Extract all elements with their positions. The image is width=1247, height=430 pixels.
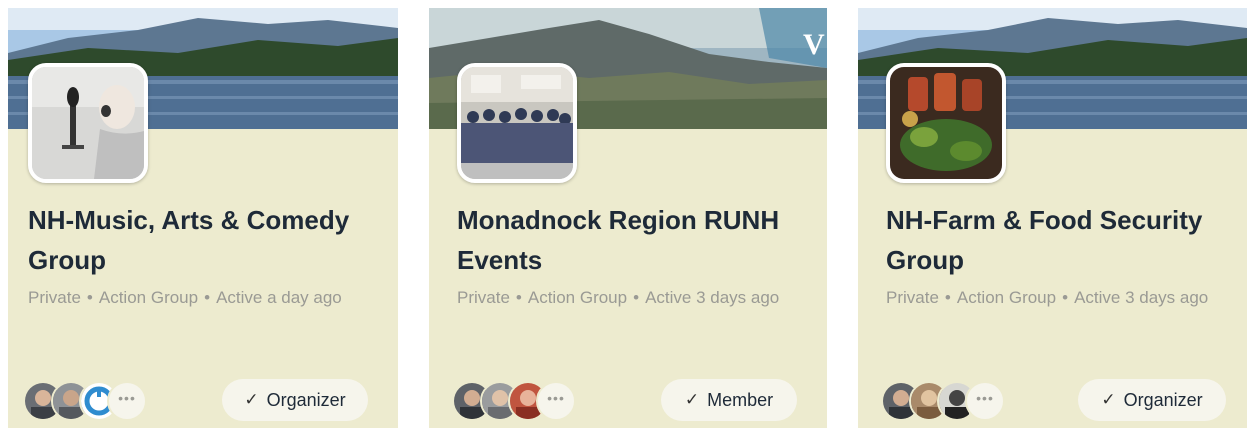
group-title[interactable]: NH-Music, Arts & Comedy Group xyxy=(28,200,388,280)
separator: • xyxy=(515,288,522,307)
group-card[interactable]: V Monadnock Region RUNH Events Private • A… xyxy=(429,8,827,428)
group-meta: Private • Action Group • Active a day ago xyxy=(28,285,388,311)
separator: • xyxy=(204,288,211,307)
role-label: Organizer xyxy=(1123,389,1203,410)
privacy-label: Private xyxy=(457,288,510,307)
group-meta: Private • Action Group • Active 3 days ago xyxy=(886,285,1246,311)
group-card[interactable]: NH-Music, Arts & Comedy Group Private • Ac… xyxy=(8,8,398,428)
group-type: Action Group xyxy=(956,288,1057,307)
role-badge[interactable]: ✓ Organizer xyxy=(1078,379,1226,421)
more-members-icon[interactable]: ••• xyxy=(107,381,147,421)
privacy-label: Private xyxy=(28,288,81,307)
group-title[interactable]: Monadnock Region RUNH Events xyxy=(457,200,817,280)
check-icon: ✓ xyxy=(244,390,259,409)
activity-status: Active 3 days ago xyxy=(1074,288,1209,307)
svg-text:V: V xyxy=(803,28,825,61)
separator: • xyxy=(1062,288,1069,307)
activity-status: Active a day ago xyxy=(216,288,342,307)
group-avatar xyxy=(28,63,148,183)
privacy-label: Private xyxy=(886,288,939,307)
separator: • xyxy=(86,288,93,307)
group-meta: Private • Action Group • Active 3 days ago xyxy=(457,285,817,311)
more-members-icon[interactable]: ••• xyxy=(536,381,576,421)
group-type: Action Group xyxy=(98,288,199,307)
more-members-icon[interactable]: ••• xyxy=(965,381,1005,421)
separator: • xyxy=(633,288,640,307)
group-avatar xyxy=(886,63,1006,183)
role-label: Organizer xyxy=(266,389,346,410)
group-avatar xyxy=(457,63,577,183)
group-type: Action Group xyxy=(527,288,628,307)
group-title[interactable]: NH-Farm & Food Security Group xyxy=(886,200,1246,280)
group-card[interactable]: NH-Farm & Food Security Group Private • Ac… xyxy=(858,8,1247,428)
role-badge[interactable]: ✓ Member xyxy=(661,379,797,421)
check-icon: ✓ xyxy=(1101,390,1116,409)
role-badge[interactable]: ✓ Organizer xyxy=(222,379,368,421)
activity-status: Active 3 days ago xyxy=(645,288,780,307)
role-label: Member xyxy=(707,389,774,410)
separator: • xyxy=(944,288,951,307)
check-icon: ✓ xyxy=(684,390,700,409)
